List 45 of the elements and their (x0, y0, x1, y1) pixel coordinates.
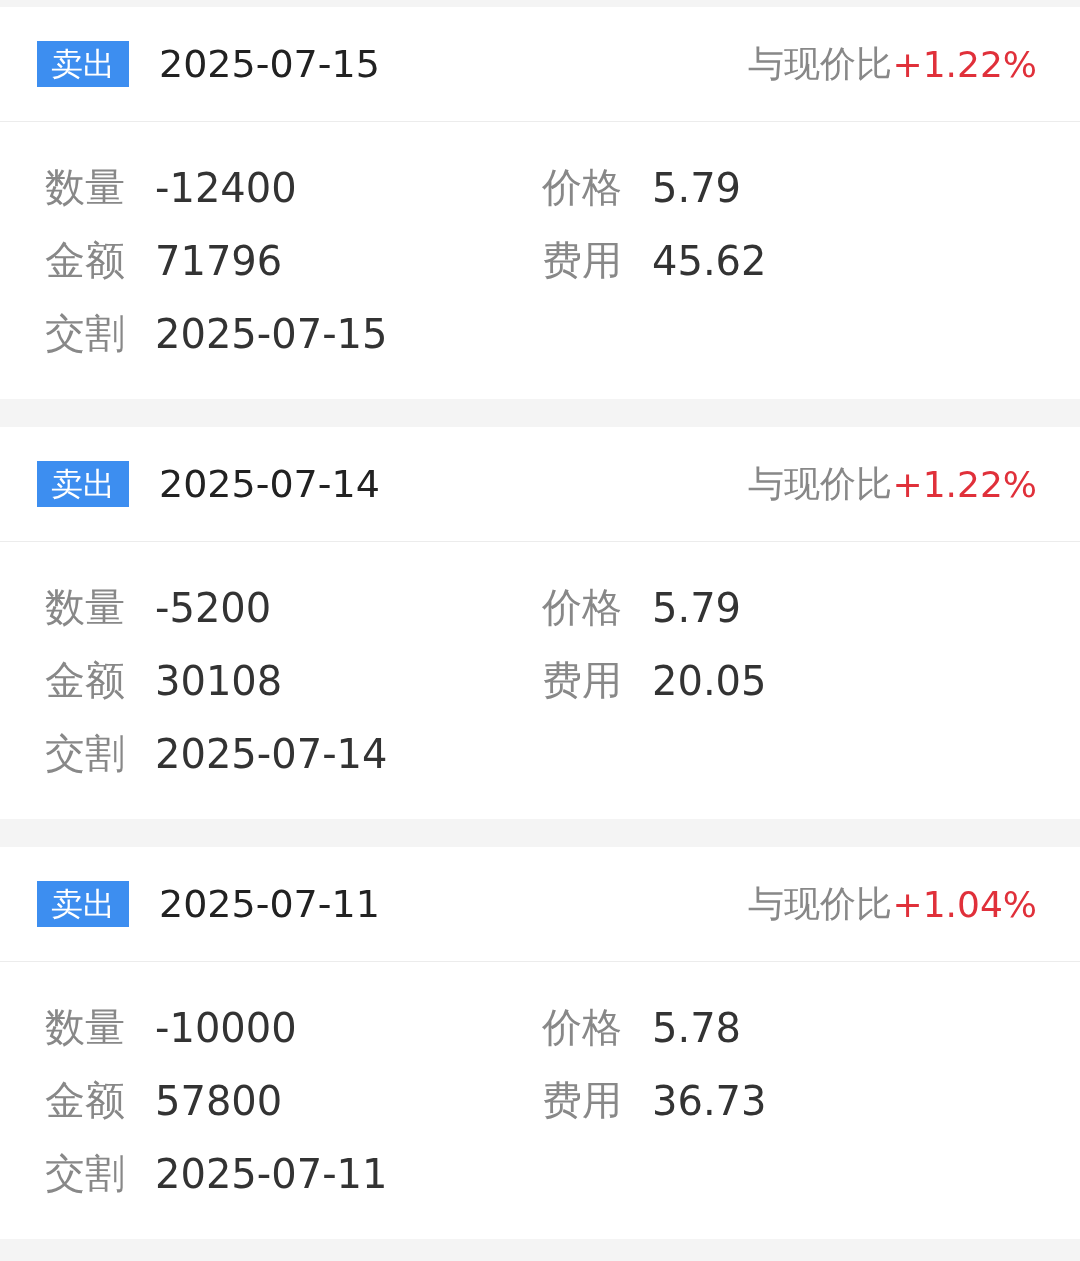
field-label: 价格 (542, 1003, 622, 1052)
compare-label: 与现价比 (748, 881, 893, 926)
trade-type-badge: 卖出 (37, 881, 129, 927)
trade-date: 2025-07-14 (159, 462, 381, 506)
field-label: 交割 (45, 729, 125, 778)
field-label: 金额 (45, 656, 125, 705)
field-value: 5.79 (652, 164, 742, 211)
field-value: -5200 (155, 584, 272, 631)
field-value: -12400 (155, 164, 297, 211)
trade-date: 2025-07-11 (159, 882, 381, 926)
field-value: 20.05 (652, 657, 767, 704)
price-change: +1.22% (892, 43, 1037, 85)
price-change: +1.04% (892, 883, 1037, 925)
compare-label: 与现价比 (748, 41, 893, 86)
field-value: 5.79 (652, 584, 742, 631)
trade-type-badge: 卖出 (37, 41, 129, 87)
field-value: 57800 (155, 1077, 283, 1124)
field-value: 71796 (155, 237, 283, 284)
field-label: 费用 (542, 656, 622, 705)
field-label: 金额 (45, 1076, 125, 1125)
field-value: 5.78 (652, 1004, 742, 1051)
field-value: 36.73 (652, 1077, 767, 1124)
field-label: 数量 (45, 1003, 125, 1052)
trade-card[interactable]: 卖出 2025-07-15 与现价比+1.22% 数量 -12400 价格 5.79 金额 71796 费用 45.62 交割 2025-07-15 (0, 7, 1080, 399)
field-value: -10000 (155, 1004, 297, 1051)
field-label: 交割 (45, 309, 125, 358)
trade-card[interactable]: 卖出 2025-07-11 与现价比+1.04% 数量 -10000 价格 5.78 金额 57800 费用 36.73 交割 2025-07-11 (0, 847, 1080, 1239)
field-value: 2025-07-14 (155, 730, 388, 777)
field-label: 交割 (45, 1149, 125, 1198)
field-label: 金额 (45, 236, 125, 285)
field-value: 30108 (155, 657, 283, 704)
price-change: +1.22% (892, 463, 1037, 505)
trade-card[interactable]: 卖出 2025-07-14 与现价比+1.22% 数量 -5200 价格 5.79 金额 30108 费用 20.05 交割 2025-07-14 (0, 427, 1080, 819)
field-value: 2025-07-15 (155, 310, 388, 357)
field-label: 数量 (45, 583, 125, 632)
field-value: 2025-07-11 (155, 1150, 388, 1197)
field-label: 费用 (542, 236, 622, 285)
field-label: 价格 (542, 583, 622, 632)
field-label: 价格 (542, 163, 622, 212)
field-value: 45.62 (652, 237, 767, 284)
field-label: 数量 (45, 163, 125, 212)
trade-date: 2025-07-15 (159, 42, 381, 86)
trade-type-badge: 卖出 (37, 461, 129, 507)
compare-label: 与现价比 (748, 461, 893, 506)
field-label: 费用 (542, 1076, 622, 1125)
